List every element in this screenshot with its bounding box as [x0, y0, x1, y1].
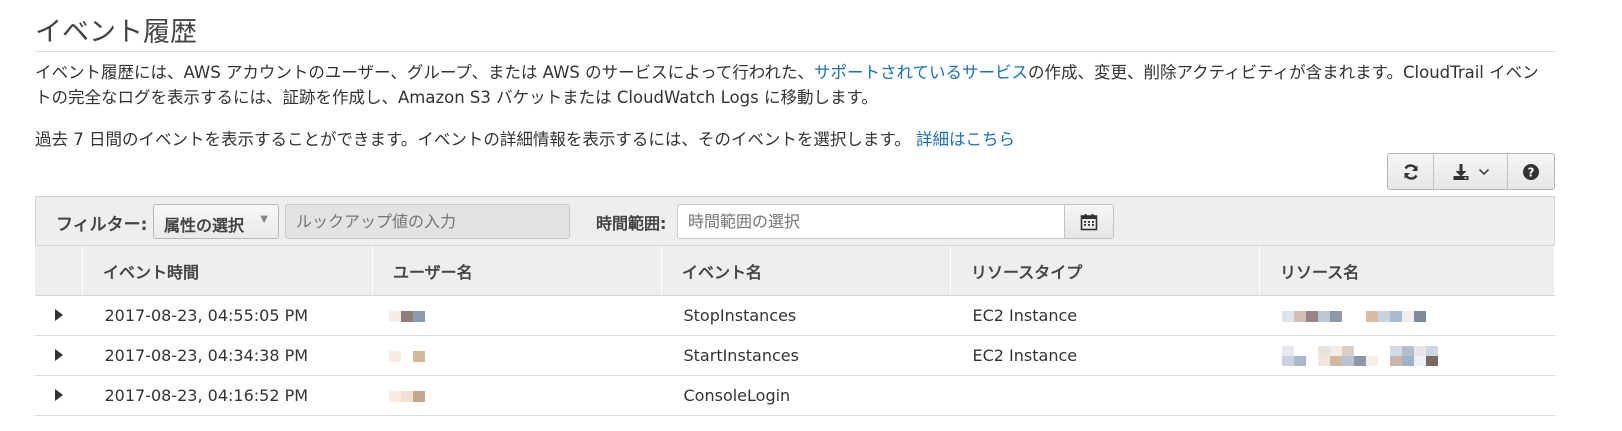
learn-more-link[interactable]: 詳細はこちら [916, 130, 1015, 149]
event-time-cell: 2017-08-23, 04:55:05 PM [82, 295, 373, 336]
table-row[interactable]: 2017-08-23, 04:55:05 PM StopInstances EC… [35, 295, 1555, 336]
expand-caret-icon [54, 309, 63, 321]
column-header-user-name[interactable]: ユーザー名 [372, 246, 662, 296]
calendar-icon [1080, 213, 1098, 230]
supported-services-link[interactable]: サポートされているサービス [814, 63, 1028, 82]
refresh-icon [1403, 163, 1418, 180]
resource-type-cell: EC2 Instance [950, 295, 1260, 336]
column-header-event-time[interactable]: イベント時間 [82, 246, 373, 296]
table-toolbar: ? [1387, 153, 1555, 190]
calendar-button[interactable] [1064, 204, 1114, 239]
column-header-event-name[interactable]: イベント名 [661, 246, 951, 296]
resource-name-cell [1259, 295, 1555, 336]
filter-label: フィルター: [56, 215, 148, 235]
redacted-resource-name [1281, 311, 1426, 322]
event-name-cell: StopInstances [661, 295, 951, 336]
resource-name-cell [1259, 375, 1555, 416]
help-button[interactable]: ? [1508, 154, 1554, 189]
column-header-expand [35, 246, 83, 296]
help-icon: ? [1523, 163, 1539, 180]
time-range-input[interactable] [677, 204, 1065, 239]
resource-type-cell [950, 375, 1260, 416]
user-name-cell [372, 335, 662, 376]
user-name-cell [372, 295, 662, 336]
resource-name-cell [1259, 335, 1555, 376]
expand-caret-icon [54, 349, 63, 361]
expand-cell[interactable] [35, 335, 83, 376]
expand-cell[interactable] [35, 295, 83, 336]
chevron-down-icon [1478, 168, 1489, 175]
column-header-resource-type[interactable]: リソースタイプ [950, 246, 1260, 296]
redacted-user-name [388, 311, 425, 322]
description-text: イベント履歴には、AWS アカウントのユーザー、グループ、または AWS のサー… [35, 63, 814, 82]
user-name-cell [372, 375, 662, 416]
table-header-row: イベント時間 ユーザー名 イベント名 リソースタイプ リソース名 [35, 246, 1555, 296]
event-name-cell: ConsoleLogin [661, 375, 951, 416]
redacted-user-name [388, 351, 425, 362]
table-row[interactable]: 2017-08-23, 04:34:38 PM StartInstances E… [35, 335, 1555, 376]
caret-down-icon: ▼ [260, 214, 268, 225]
redacted-resource-name [1281, 345, 1450, 366]
event-name-cell: StartInstances [661, 335, 951, 376]
time-range-label: 時間範囲: [596, 214, 667, 233]
expand-caret-icon [54, 389, 63, 401]
attribute-select[interactable]: 属性の選択 ▼ [153, 204, 279, 239]
page-title: イベント履歴 [35, 17, 197, 48]
resource-type-cell: EC2 Instance [950, 335, 1260, 376]
table-row[interactable]: 2017-08-23, 04:16:52 PM ConsoleLogin [35, 375, 1555, 416]
download-button[interactable] [1434, 154, 1508, 189]
lookup-value-input[interactable] [285, 204, 570, 239]
retention-text: 過去 7 日間のイベントを表示することができます。イベントの詳細情報を表示するに… [35, 130, 911, 149]
description-retention: 過去 7 日間のイベントを表示することができます。イベントの詳細情報を表示するに… [35, 127, 1555, 152]
attribute-select-value: 属性の選択 [164, 216, 245, 235]
event-time-cell: 2017-08-23, 04:34:38 PM [82, 335, 373, 376]
redacted-user-name [388, 391, 425, 402]
title-divider [35, 51, 1555, 52]
svg-text:?: ? [1528, 165, 1535, 179]
event-time-cell: 2017-08-23, 04:16:52 PM [82, 375, 373, 416]
expand-cell[interactable] [35, 375, 83, 416]
event-history-table: イベント時間 ユーザー名 イベント名 リソースタイプ リソース名 2017-08… [35, 246, 1555, 416]
refresh-button[interactable] [1388, 154, 1434, 189]
column-header-resource-name[interactable]: リソース名 [1259, 246, 1555, 296]
download-icon [1453, 163, 1468, 180]
description: イベント履歴には、AWS アカウントのユーザー、グループ、または AWS のサー… [35, 60, 1555, 110]
filter-bar: フィルター: 属性の選択 ▼ 時間範囲: [35, 196, 1555, 246]
